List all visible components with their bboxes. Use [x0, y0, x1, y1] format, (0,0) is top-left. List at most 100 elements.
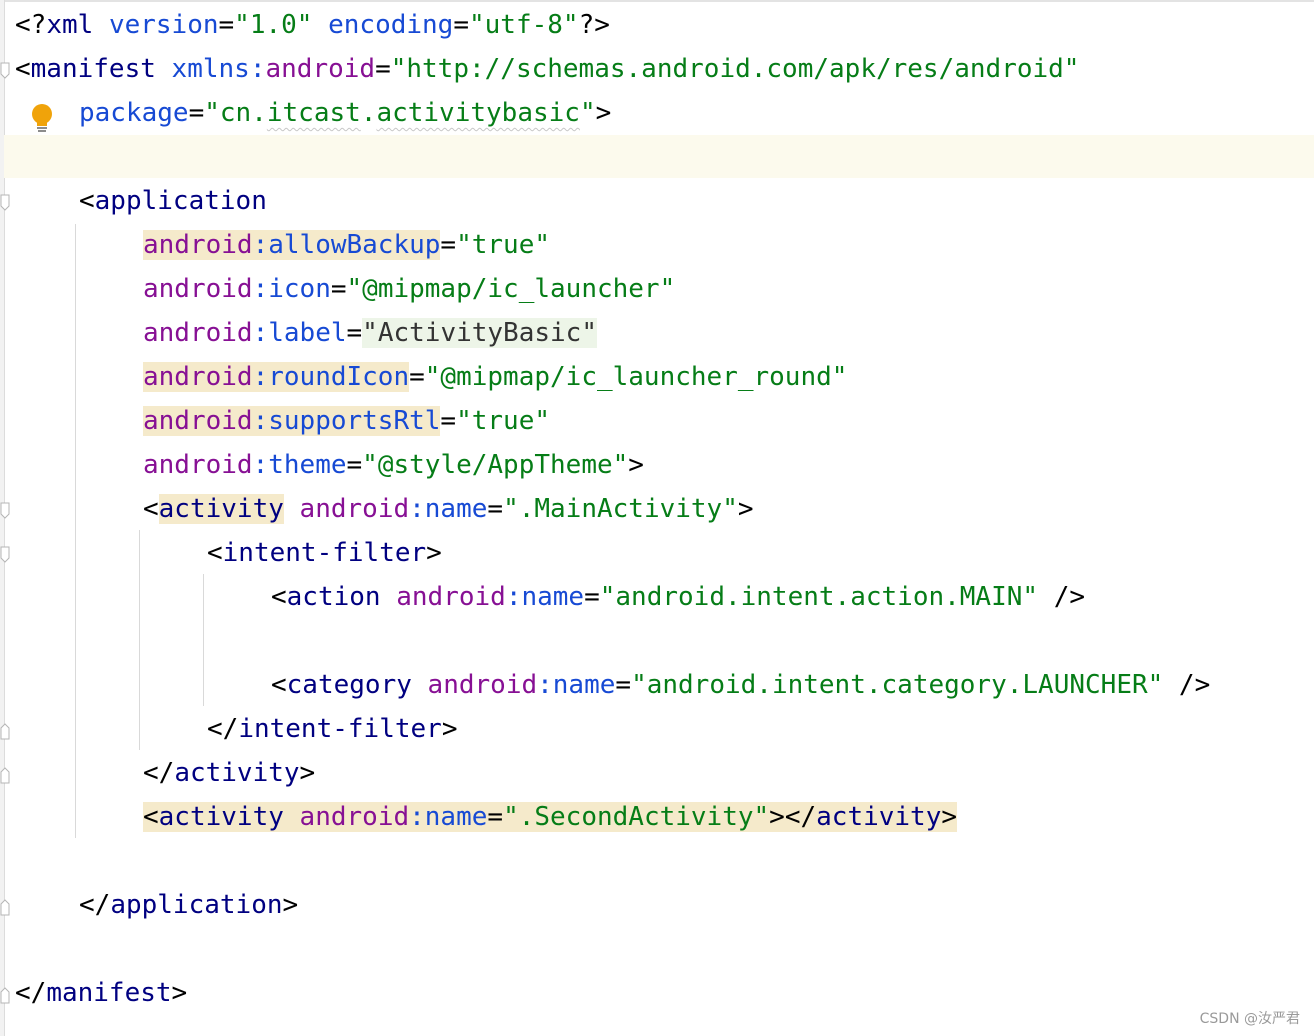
code-token: activity	[158, 802, 284, 832]
code-line-icon: android:icon="@mipmap/ic_launcher"	[143, 267, 675, 311]
code-line-manifest-close: </manifest>	[15, 971, 187, 1015]
code-token: android	[143, 318, 253, 348]
code-token: :	[249, 54, 266, 84]
lightbulb-icon[interactable]	[28, 102, 56, 134]
typo-token: itcast	[266, 98, 361, 128]
code-token: name	[552, 670, 616, 700]
code-token: :	[537, 670, 553, 700]
code-token: </	[143, 758, 175, 788]
code-token: =	[330, 274, 347, 304]
code-token: name	[424, 494, 488, 524]
code-token: >	[595, 98, 612, 128]
code-token: ?>	[578, 10, 610, 40]
code-token: />	[1038, 582, 1086, 612]
code-token: package	[79, 98, 189, 128]
code-token: <	[15, 54, 31, 84]
code-token: :	[252, 362, 269, 392]
fold-marker-application[interactable]	[0, 194, 10, 212]
code-token: "	[579, 98, 596, 128]
code-token: android	[396, 582, 506, 612]
fold-end-application[interactable]	[0, 898, 10, 916]
code-token: <	[271, 582, 287, 612]
code-token: >	[628, 450, 644, 480]
code-token: :	[409, 494, 425, 524]
code-token: android	[143, 406, 253, 436]
code-line-intent-filter-close: </intent-filter>	[207, 707, 457, 751]
code-token: supportsRtl	[268, 406, 441, 436]
code-token: >	[941, 802, 958, 832]
code-token: activity	[158, 494, 284, 524]
code-token: encoding	[328, 10, 454, 40]
code-token: application	[110, 890, 283, 920]
fold-end-manifest[interactable]	[0, 986, 10, 1004]
code-line-intent-filter-open: <intent-filter>	[207, 531, 442, 575]
code-token: intent-filter	[238, 714, 442, 744]
code-token: ".MainActivity"	[503, 494, 738, 524]
code-token: label	[268, 318, 347, 348]
code-line-supports-rtl: android:supportsRtl="true"	[143, 399, 550, 443]
code-token: ".SecondActivity"	[503, 802, 770, 832]
code-token: </	[79, 890, 111, 920]
fold-end-activity[interactable]	[0, 766, 10, 784]
code-line-activity-second: <activity android:name=".SecondActivity"…	[143, 795, 958, 839]
code-token: "@mipmap/ic_launcher"	[346, 274, 676, 304]
code-token: =	[615, 670, 632, 700]
code-token: android	[143, 274, 253, 304]
code-token: theme	[268, 450, 347, 480]
code-token: =	[409, 362, 425, 392]
code-token: activity	[816, 802, 942, 832]
code-token: =	[584, 582, 600, 612]
code-token: :	[252, 406, 269, 436]
code-token: >	[737, 494, 754, 524]
code-token: <	[271, 670, 287, 700]
code-token: android	[299, 802, 410, 832]
code-token: :	[409, 802, 425, 832]
code-token: version	[108, 10, 219, 40]
code-token: ></	[769, 802, 817, 832]
code-token: android	[265, 54, 376, 84]
folded-string-value[interactable]: "ActivityBasic"	[362, 318, 597, 348]
code-token: </	[15, 978, 47, 1008]
editor-top-border	[0, 0, 1314, 2]
code-token: intent-filter	[222, 538, 427, 568]
code-line-action: <action android:name="android.intent.act…	[271, 575, 1085, 619]
code-token: :	[252, 274, 269, 304]
code-line-application-open: <application	[79, 179, 267, 223]
code-token: android	[299, 494, 410, 524]
code-token: <	[79, 186, 95, 216]
code-line-xml-declaration: <?xml version="1.0" encoding="utf-8"?>	[15, 3, 610, 47]
code-line-application-close: </application>	[79, 883, 298, 927]
code-token: :	[505, 582, 522, 612]
code-token: >	[282, 890, 299, 920]
indent-guide	[75, 224, 76, 838]
code-token: "1.0"	[234, 10, 313, 40]
code-line-theme: android:theme="@style/AppTheme">	[143, 443, 644, 487]
code-token: "android.intent.action.MAIN"	[599, 582, 1039, 612]
fold-marker-manifest[interactable]	[0, 62, 10, 80]
code-token: =	[218, 10, 235, 40]
code-token: <	[143, 802, 159, 832]
code-token: =	[375, 54, 391, 84]
code-token: cn	[219, 98, 252, 128]
code-token: "utf-8"	[469, 10, 579, 40]
code-token: "android.intent.category.LAUNCHER"	[631, 670, 1164, 700]
code-token: manifest	[46, 978, 172, 1008]
fold-end-intent-filter[interactable]	[0, 722, 10, 740]
code-token: =	[487, 802, 504, 832]
code-token: "true"	[456, 406, 550, 436]
code-editor[interactable]: <?xml version="1.0" encoding="utf-8"?> <…	[0, 0, 1314, 1036]
fold-marker-intent-filter[interactable]	[0, 546, 10, 564]
code-token: android	[143, 450, 253, 480]
code-token: "	[204, 98, 220, 128]
code-token: action	[286, 582, 381, 612]
caret-line-highlight	[4, 135, 1314, 178]
code-token: <	[207, 538, 223, 568]
code-token: >	[441, 714, 458, 744]
fold-marker-activity[interactable]	[0, 502, 10, 520]
code-token: >	[426, 538, 442, 568]
